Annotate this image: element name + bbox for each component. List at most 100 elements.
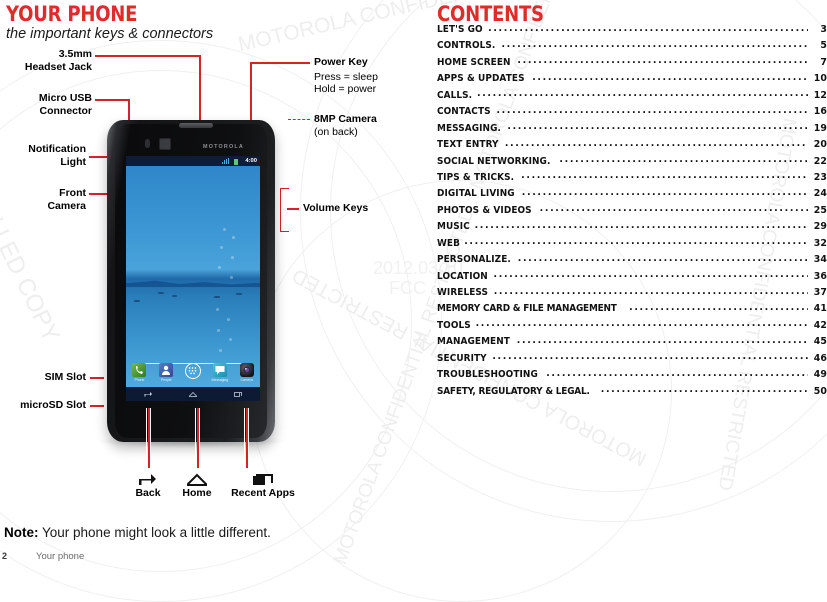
callout-microsd-slot-label: microSD Slot: [20, 399, 86, 411]
wallpaper-bubble: [216, 308, 219, 311]
toc-page-number: 23: [813, 171, 827, 183]
callout-sim-slot: SIM Slot: [0, 371, 86, 384]
note-body: Your phone might look a little different…: [38, 525, 271, 540]
wallpaper-fish: [236, 293, 242, 295]
recent-apps-icon[interactable]: [233, 390, 243, 398]
toc-label: WEB: [437, 237, 460, 249]
dock-label-messaging: Messaging: [211, 378, 229, 382]
wallpaper-fish: [158, 292, 164, 294]
toc-page-number: 34: [813, 254, 827, 266]
toc-page-number: 50: [813, 385, 827, 397]
phone-icon: [132, 363, 147, 377]
dock-label-people: People: [160, 378, 172, 382]
toc-label: MANAGEMENT: [437, 336, 510, 348]
callout-volume-keys: Volume Keys: [303, 202, 368, 215]
toc-label: MESSAGING.: [437, 122, 501, 134]
wallpaper-fish: [214, 296, 220, 298]
back-arrow-icon[interactable]: [143, 390, 153, 398]
wallpaper-bubble: [229, 338, 232, 341]
wallpaper-bubble: [220, 246, 223, 249]
callout-power-key-sub2: Hold = power: [314, 83, 377, 95]
leader-headset-jack-h: [95, 55, 200, 57]
dock-label-phone: Phone: [134, 378, 145, 382]
toc-label: MUSIC: [437, 221, 470, 233]
status-bar: 4:00: [126, 156, 260, 166]
leader-micro-usb-v: [128, 99, 130, 121]
toc-page-number: 32: [813, 237, 827, 249]
people-glyph: [162, 365, 171, 375]
leader-power-key-v: [250, 62, 252, 124]
recent-apps-icon: [253, 474, 273, 485]
toc-label: CONTACTS: [437, 106, 491, 118]
toc-label: HOME SCREEN: [437, 56, 511, 68]
toc-page-number: 3: [820, 24, 827, 35]
toc-leader-dots: ........................................…: [532, 71, 808, 83]
back-arrow-icon: [139, 474, 156, 485]
callout-8mp-camera-sub: (on back): [314, 125, 358, 138]
callout-headset-jack-line1: 3.5mm: [58, 48, 92, 60]
folio-label: Your phone: [36, 551, 85, 562]
notification-light: [145, 139, 150, 148]
legend-home: Home: [173, 472, 221, 499]
wallpaper-bubble: [232, 236, 235, 239]
leader-8mp-camera: [288, 119, 310, 120]
dock-item-camera[interactable]: Camera: [235, 363, 259, 382]
dock-item-messaging[interactable]: Messaging: [208, 363, 232, 382]
leader-back-mask: [146, 408, 148, 468]
callout-headset-jack: 3.5mm Headset Jack: [0, 48, 92, 73]
leader-volume-keys-bracket: [280, 188, 289, 232]
toc-label: WIRELESS: [437, 287, 489, 298]
page-title: YOUR PHONE: [6, 2, 138, 26]
toc-page-number: 49: [813, 369, 827, 381]
toc-leader-dots: ........................................…: [474, 219, 808, 231]
phone-illustration: MOTOROLA 4:00 Phone People Messaging Cam…: [107, 120, 275, 442]
toc-label: SAFETY, REGULATORY & LEGAL.: [437, 385, 590, 397]
toc-leader-dots: ........................................…: [493, 269, 808, 281]
wallpaper-bubble: [223, 228, 226, 231]
legend-recent-apps: Recent Apps: [218, 472, 308, 499]
legend-back: Back: [124, 472, 172, 499]
callout-8mp-camera-label: 8MP Camera: [314, 113, 377, 125]
callout-power-key-sub1: Press = sleep: [314, 70, 378, 83]
toc-leader-dots: ........................................…: [517, 252, 808, 264]
callout-microsd-slot: microSD Slot: [0, 399, 86, 412]
messaging-icon: [212, 363, 227, 377]
toc-label: APPS & UPDATES: [437, 73, 525, 85]
toc-page-number: 7: [820, 56, 827, 68]
dock-item-app-drawer[interactable]: [181, 363, 205, 380]
toc-leader-dots: ........................................…: [501, 38, 808, 50]
folio-number: 2: [2, 551, 8, 561]
toc-page-number: 36: [813, 270, 827, 282]
wallpaper-bubble: [231, 256, 234, 259]
toc-leader-dots: ........................................…: [600, 384, 808, 396]
toc-page-number: 24: [813, 188, 827, 200]
toc-leader-dots: ........................................…: [504, 137, 808, 149]
battery-icon: [234, 158, 238, 165]
table-of-contents: LET'S GO................................…: [437, 23, 827, 402]
callout-micro-usb: Micro USB Connector: [0, 92, 92, 117]
toc-leader-dots: ........................................…: [507, 121, 808, 133]
toc-page-number: 46: [813, 352, 827, 364]
toc-page-number: 22: [813, 155, 827, 167]
app-drawer-dots: [188, 366, 196, 374]
toc-label: CALLS.: [437, 89, 473, 101]
front-camera-lens: [159, 138, 171, 150]
dock-item-phone[interactable]: Phone: [127, 363, 151, 382]
note-text: Note: Your phone might look a little dif…: [4, 525, 271, 540]
toc-label: TROUBLESHOOTING: [437, 369, 538, 381]
callout-front-camera-line1: Front: [59, 187, 86, 199]
callout-power-key-label: Power Key: [314, 56, 368, 68]
toc-leader-dots: ........................................…: [546, 367, 808, 379]
toc-leader-dots: ........................................…: [464, 236, 808, 248]
home-icon[interactable]: [188, 390, 198, 398]
toc-leader-dots: ........................................…: [477, 88, 808, 100]
toc-leader-dots: ........................................…: [539, 203, 808, 215]
dock-item-people[interactable]: People: [154, 363, 178, 382]
callout-notification-light-line1: Notification: [28, 143, 86, 155]
page-subtitle: the important keys & connectors: [6, 26, 214, 42]
toc-leader-dots: ........................................…: [496, 104, 808, 116]
toc-row[interactable]: SAFETY, REGULATORY & LEGAL..............…: [437, 384, 827, 402]
wallpaper-fish: [134, 300, 140, 302]
toc-leader-dots: ........................................…: [493, 285, 808, 297]
toc-leader-dots: ........................................…: [521, 170, 808, 182]
